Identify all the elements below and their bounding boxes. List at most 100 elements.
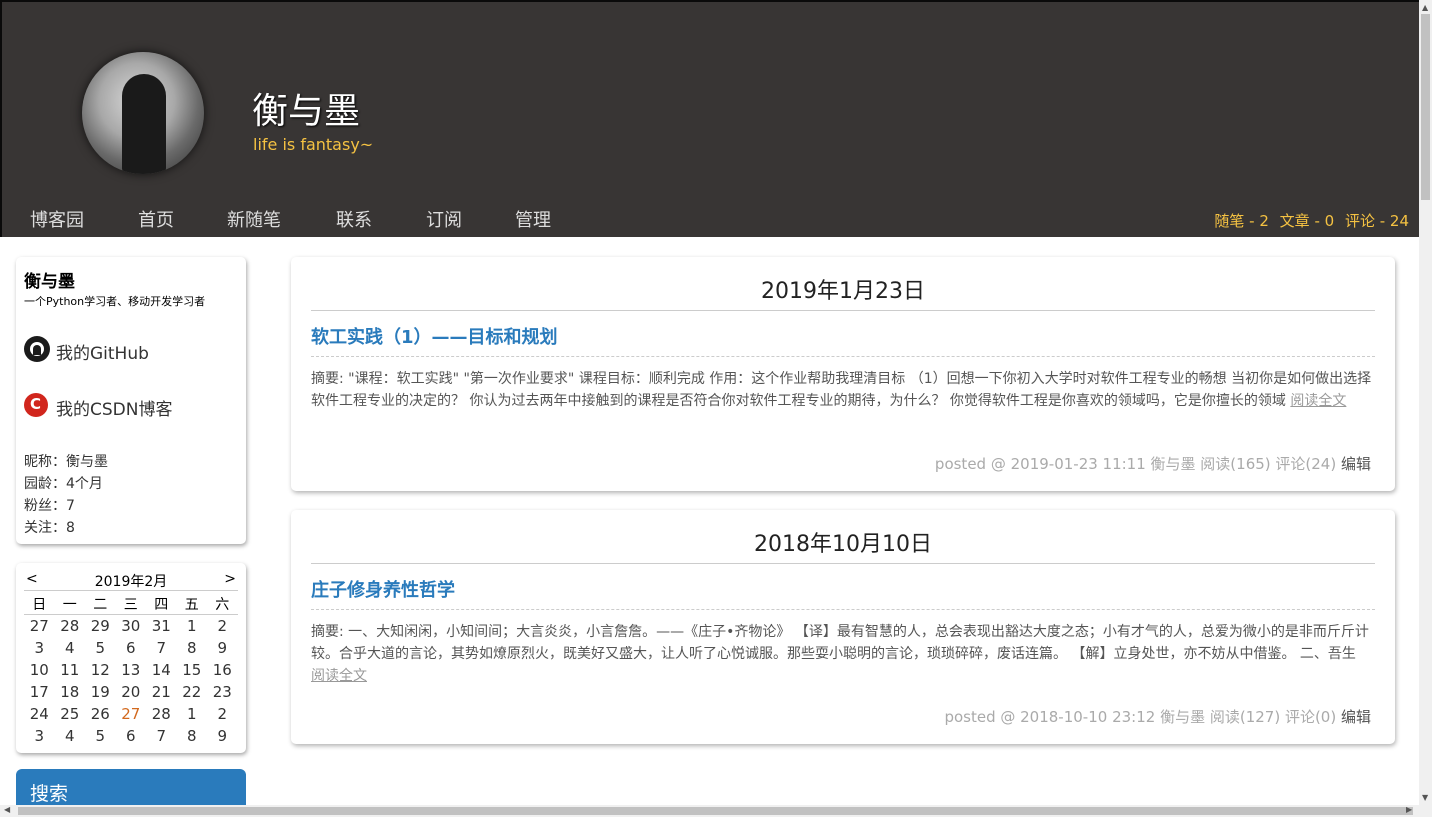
calendar-day[interactable]: 26: [85, 705, 116, 723]
profile-age[interactable]: 园龄：4个月: [24, 473, 103, 493]
nav-home[interactable]: 首页: [138, 206, 174, 232]
horizontal-scrollbar[interactable]: ◀ ▶: [0, 805, 1432, 817]
post-date: 2018年10月10日: [311, 526, 1375, 564]
calendar-day[interactable]: 4: [55, 639, 86, 657]
profile-fans[interactable]: 粉丝：7: [24, 495, 75, 515]
post-summary: 摘要: 一、大知闲闲，小知间间；大言炎炎，小言詹詹。——《庄子•齐物论》 【译】…: [311, 621, 1374, 687]
calendar-day[interactable]: 31: [146, 617, 177, 635]
calendar-header: < 2019年2月 >: [24, 571, 238, 591]
calendar-day[interactable]: 8: [177, 727, 208, 745]
calendar-day[interactable]: 18: [55, 683, 86, 701]
calendar-day[interactable]: 8: [177, 639, 208, 657]
calendar-day[interactable]: 14: [146, 661, 177, 679]
scroll-up-icon[interactable]: ▲: [1422, 3, 1428, 12]
calendar-day[interactable]: 15: [177, 661, 208, 679]
calendar-day[interactable]: 10: [24, 661, 55, 679]
post-footer: posted @ 2018-10-10 23:12 衡与墨 阅读(127) 评论…: [944, 706, 1371, 727]
calendar-day[interactable]: 6: [116, 727, 147, 745]
nav-manage[interactable]: 管理: [515, 206, 551, 232]
edit-link[interactable]: 编辑: [1341, 708, 1371, 726]
calendar-day[interactable]: 25: [55, 705, 86, 723]
scroll-down-icon[interactable]: ▼: [1422, 793, 1428, 802]
edit-link[interactable]: 编辑: [1341, 455, 1371, 473]
calendar-day[interactable]: 5: [85, 639, 116, 657]
post-date: 2019年1月23日: [311, 273, 1375, 311]
github-link-label[interactable]: 我的GitHub: [56, 339, 149, 364]
csdn-link-label[interactable]: 我的CSDN博客: [56, 395, 172, 420]
calendar-day[interactable]: 28: [55, 617, 86, 635]
calendar-day[interactable]: 13: [116, 661, 147, 679]
search-panel: 搜索: [16, 769, 246, 809]
calendar-next-button[interactable]: >: [224, 571, 236, 587]
scroll-right-icon[interactable]: ▶: [1406, 805, 1412, 814]
calendar-day[interactable]: 3: [24, 639, 55, 657]
calendar-day[interactable]: 1: [177, 705, 208, 723]
calendar-weekday: 日: [32, 596, 47, 613]
calendar-weekday: 一: [62, 596, 77, 613]
post-meta[interactable]: posted @ 2019-01-23 11:11 衡与墨 阅读(165) 评论…: [935, 455, 1336, 473]
calendar-weekday: 三: [123, 596, 138, 613]
blog-header: 衡与墨 life is fantasy~ 博客园 首页 新随笔 联系 订阅 管理…: [0, 0, 1419, 237]
calendar-day[interactable]: 29: [85, 617, 116, 635]
read-more-link[interactable]: 阅读全文: [1290, 393, 1346, 409]
calendar-day[interactable]: 1: [177, 617, 208, 635]
calendar-day[interactable]: 7: [146, 639, 177, 657]
profile-follow[interactable]: 关注：8: [24, 517, 75, 537]
avatar[interactable]: [82, 52, 204, 174]
blog-stats: 随笔 - 2 文章 - 0 评论 - 24: [1208, 210, 1409, 231]
calendar-day[interactable]: 12: [85, 661, 116, 679]
csdn-icon: [24, 392, 48, 417]
calendar-day[interactable]: 21: [146, 683, 177, 701]
calendar-day[interactable]: 23: [207, 683, 238, 701]
calendar-week-row: 3456789: [24, 637, 238, 659]
calendar-panel: < 2019年2月 > 日一二三四五六 27 28 29 30 31 1 2 3 4 5 6 7 8 9 10…: [16, 563, 246, 753]
calendar-day[interactable]: 9: [207, 639, 238, 657]
profile-name: 衡与墨: [24, 272, 75, 292]
vertical-scroll-thumb[interactable]: [1421, 14, 1430, 200]
read-more-link[interactable]: 阅读全文: [311, 668, 367, 684]
calendar-day[interactable]: 2: [207, 705, 238, 723]
calendar-day[interactable]: 9: [207, 727, 238, 745]
nav-cnblogs[interactable]: 博客园: [30, 206, 84, 232]
post-summary: 摘要: "课程：软工实践" "第一次作业要求" 课程目标：顺利完成 作用：这个作…: [311, 368, 1374, 412]
post-meta[interactable]: posted @ 2018-10-10 23:12 衡与墨 阅读(127) 评论…: [944, 708, 1336, 726]
calendar-week-row: 10 11 12 13 14 15 16: [24, 659, 238, 681]
profile-description: 一个Python学习者、移动开发学习者: [24, 295, 206, 308]
post-title[interactable]: 庄子修身养性哲学: [311, 576, 1375, 610]
calendar-day[interactable]: 28: [146, 705, 177, 723]
calendar-day[interactable]: 20: [116, 683, 147, 701]
calendar-weekday: 六: [215, 596, 230, 613]
calendar-day[interactable]: 17: [24, 683, 55, 701]
calendar-day[interactable]: 22: [177, 683, 208, 701]
nav-new-post[interactable]: 新随笔: [227, 206, 281, 232]
calendar-day[interactable]: 2: [207, 617, 238, 635]
calendar-day[interactable]: 4: [55, 727, 86, 745]
horizontal-scroll-thumb[interactable]: [18, 807, 1413, 815]
calendar-day[interactable]: 16: [207, 661, 238, 679]
post-summary-text: 摘要: "课程：软工实践" "第一次作业要求" 课程目标：顺利完成 作用：这个作…: [311, 371, 1372, 409]
calendar-day[interactable]: 3: [24, 727, 55, 745]
calendar-week-row: 24 25 26 27 28 1 2: [24, 703, 238, 725]
nav-contact[interactable]: 联系: [336, 206, 372, 232]
post-card: 2019年1月23日 软工实践（1）——目标和规划 摘要: "课程：软工实践" …: [291, 257, 1395, 491]
stat-comments: 评论 - 24: [1344, 212, 1409, 230]
calendar-day[interactable]: 27: [24, 617, 55, 635]
calendar-day[interactable]: 5: [85, 727, 116, 745]
csdn-link[interactable]: 我的CSDN博客: [24, 389, 172, 420]
scroll-left-icon[interactable]: ◀: [4, 805, 10, 814]
calendar-day[interactable]: 11: [55, 661, 86, 679]
calendar-day[interactable]: 24: [24, 705, 55, 723]
vertical-scrollbar[interactable]: ▲ ▼: [1419, 0, 1432, 805]
calendar-day[interactable]: 27: [116, 705, 147, 723]
calendar-day[interactable]: 7: [146, 727, 177, 745]
post-title[interactable]: 软工实践（1）——目标和规划: [311, 323, 1375, 357]
nav-subscribe[interactable]: 订阅: [426, 206, 462, 232]
blog-title[interactable]: 衡与墨: [252, 82, 360, 134]
calendar-title: 2019年2月: [94, 574, 168, 590]
calendar-day[interactable]: 6: [116, 639, 147, 657]
calendar-day[interactable]: 19: [85, 683, 116, 701]
profile-nickname[interactable]: 昵称：衡与墨: [24, 451, 108, 471]
github-link[interactable]: 我的GitHub: [24, 333, 149, 364]
post-summary-text: 摘要: 一、大知闲闲，小知间间；大言炎炎，小言詹詹。——《庄子•齐物论》 【译】…: [311, 624, 1369, 662]
calendar-day[interactable]: 30: [116, 617, 147, 635]
